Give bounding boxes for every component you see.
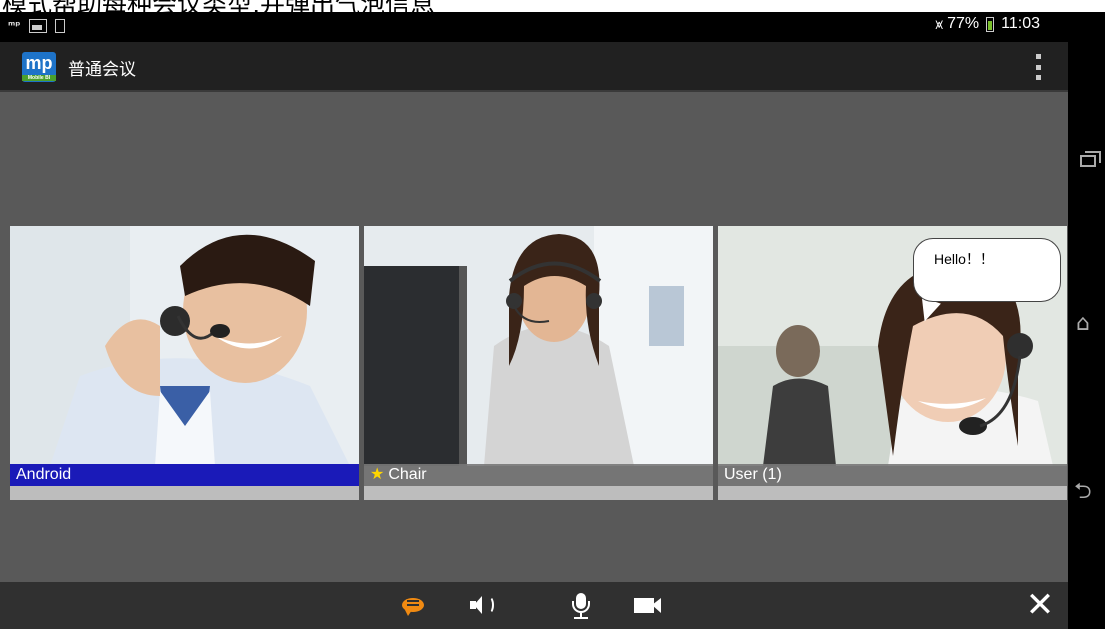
participant-label: ★ Chair: [364, 464, 713, 486]
chair-star-icon: ★: [370, 466, 385, 483]
status-notifications: ᵐᵖ: [8, 17, 65, 35]
battery-icon: [986, 16, 995, 32]
mp-notification-icon: ᵐᵖ: [8, 19, 21, 32]
speech-bubble-text: Hello！！: [934, 251, 994, 267]
video-grid: Android ★ Chair Hello！！ User (1): [0, 92, 1068, 582]
camera-button[interactable]: [630, 590, 666, 620]
page-title: 普通会议: [68, 60, 136, 80]
tile-footer: [10, 486, 359, 500]
home-icon[interactable]: ⌂: [1076, 312, 1100, 336]
close-icon: ✕: [1025, 585, 1055, 625]
status-indicators: ⩙ 77% 11:03: [935, 15, 1040, 33]
participant-label: Android: [10, 464, 359, 486]
overflow-menu-icon[interactable]: [1036, 54, 1042, 80]
status-bar: ᵐᵖ ⩙ 77% 11:03: [0, 12, 1068, 42]
microphone-button[interactable]: [563, 590, 599, 620]
participant-tile-android[interactable]: Android: [10, 226, 359, 500]
app-logo[interactable]: mp Mobile BI: [22, 52, 56, 82]
back-icon[interactable]: ⮌: [1074, 480, 1102, 504]
end-call-button[interactable]: ✕: [1022, 588, 1058, 622]
app-screen: ᵐᵖ ⩙ 77% 11:03 mp Mobile BI 普通会议 Android…: [0, 12, 1068, 629]
wifi-icon: ⩙: [935, 15, 944, 32]
participant-video-chair: [364, 226, 713, 466]
participant-name: User (1): [724, 466, 782, 483]
top-caption: 模式帮助每种会议类型,并弹出气泡信息: [0, 0, 1105, 12]
phone-icon: [54, 19, 65, 33]
app-logo-subtext: Mobile BI: [22, 75, 56, 81]
speaker-button[interactable]: [464, 590, 500, 620]
chat-button[interactable]: [397, 590, 433, 620]
participant-label: User (1): [718, 464, 1067, 486]
participant-video-android: [10, 226, 359, 466]
participant-tile-chair[interactable]: ★ Chair: [364, 226, 713, 500]
image-icon: [28, 19, 47, 33]
tile-footer: [718, 486, 1067, 500]
clock: 11:03: [1001, 15, 1040, 32]
call-toolbar: ✕: [0, 582, 1068, 629]
participant-name: Android: [16, 466, 72, 483]
speech-bubble: Hello！！: [913, 238, 1061, 302]
tile-footer: [364, 486, 713, 500]
tablet-frame: ᵐᵖ ⩙ 77% 11:03 mp Mobile BI 普通会议 Android…: [0, 12, 1105, 629]
participant-name: Chair: [388, 466, 427, 483]
recent-apps-icon[interactable]: [1080, 151, 1101, 167]
battery-percent: 77%: [947, 15, 980, 32]
chat-icon: [402, 598, 424, 616]
action-bar: mp Mobile BI 普通会议: [0, 42, 1068, 92]
system-nav-bar: ⌂ ⮌: [1068, 12, 1105, 629]
participant-tile-user[interactable]: Hello！！ User (1): [718, 226, 1067, 500]
app-logo-text: mp: [25, 53, 53, 73]
top-caption-text: 模式帮助每种会议类型,并弹出气泡信息: [2, 0, 435, 12]
